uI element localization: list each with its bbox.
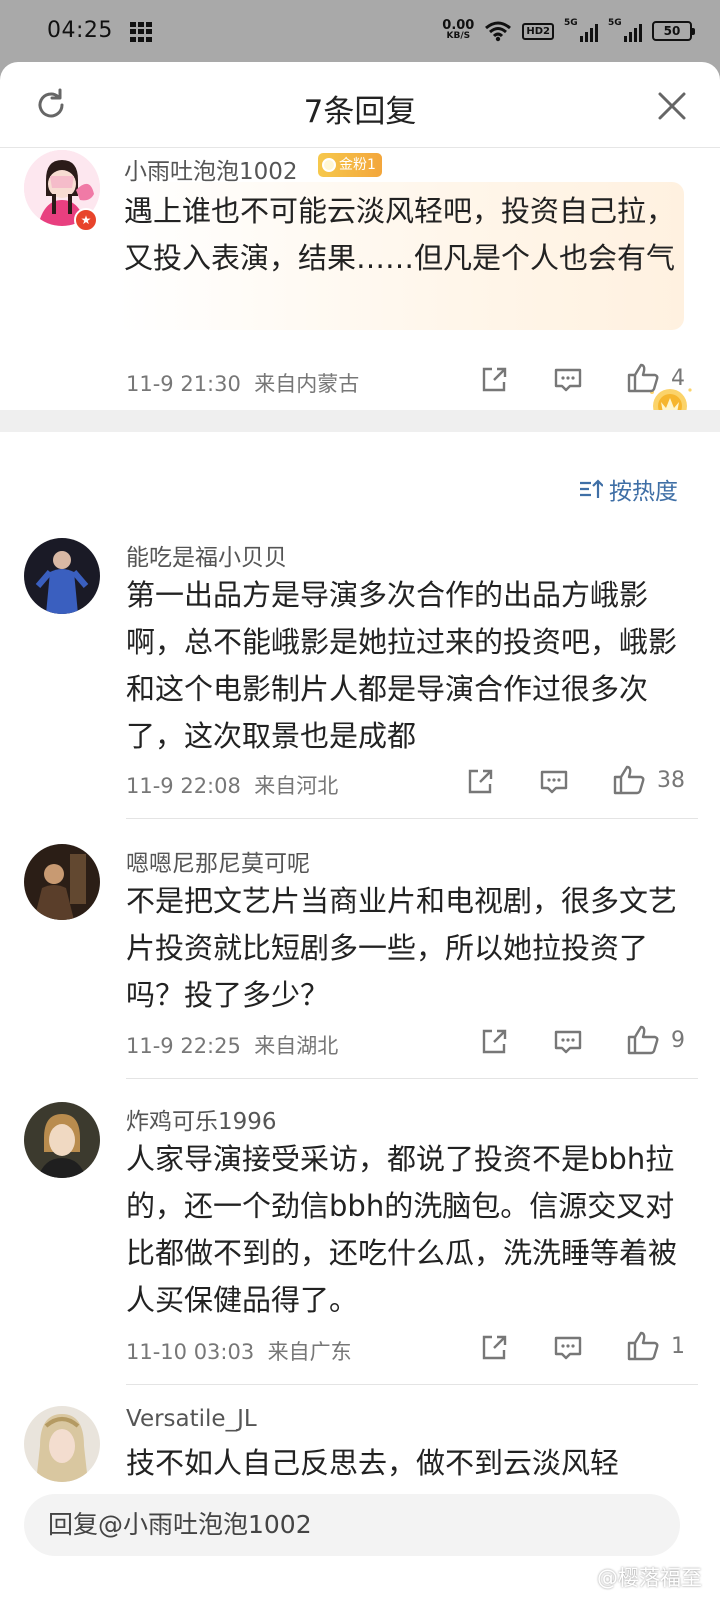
username[interactable]: 嗯嗯尼那尼莫可呢	[126, 844, 310, 878]
like-button[interactable]: 1	[627, 1331, 685, 1361]
fan-badge-icon	[322, 158, 336, 172]
list-item: 能吃是福小贝贝 第一出品方是导演多次合作的出品方峨影啊，总不能峨影是她拉过来的投…	[0, 538, 720, 828]
like-button[interactable]: 38	[613, 765, 685, 795]
avatar[interactable]	[24, 1406, 100, 1482]
section-divider	[0, 410, 720, 432]
list-item: 炸鸡可乐1996 人家导演接受采访，都说了投资不是bbh拉的，还一个劲信bbh的…	[0, 1102, 720, 1392]
thumbs-up-icon	[627, 1331, 659, 1361]
sort-icon	[580, 479, 603, 498]
share-button[interactable]	[466, 768, 494, 796]
sheet-header: 7条回复	[0, 62, 720, 148]
app-grid-icon	[130, 22, 152, 42]
reply-button[interactable]	[554, 1028, 582, 1056]
watermark: @樱落福至	[569, 1562, 702, 1592]
reply-button[interactable]	[554, 1334, 582, 1362]
reply-input[interactable]: 回复@小雨吐泡泡1002	[24, 1494, 680, 1556]
reply-button[interactable]	[554, 366, 582, 394]
share-button[interactable]	[480, 1334, 508, 1362]
like-button[interactable]: 9	[627, 1025, 685, 1055]
close-icon[interactable]	[656, 90, 688, 122]
username[interactable]: 小雨吐泡泡1002	[124, 152, 298, 186]
thumbs-up-icon	[613, 765, 645, 795]
comment-text: 第一出品方是导演多次合作的出品方峨影啊，总不能峨影是她拉过来的投资吧，峨影和这个…	[126, 578, 678, 753]
network-speed: 0.00 KB/S	[442, 18, 475, 41]
signal-icon-2: 5G	[608, 18, 642, 42]
comment-icon	[554, 1030, 582, 1054]
like-count: 1	[671, 1333, 685, 1359]
comment-text: 不是把文艺片当商业片和电视剧，很多文艺片投资就比短剧多一些，所以她拉投资了吗？投…	[126, 884, 678, 1012]
replies-sheet: 7条回复 ★ 小雨吐泡泡1002 金粉1 遇上谁也不可能云淡风轻吧，投资自己拉，…	[0, 62, 720, 1600]
avatar[interactable]	[24, 1102, 100, 1178]
original-comment: ★ 小雨吐泡泡1002 金粉1 遇上谁也不可能云淡风轻吧，投资自己拉，又投入表演…	[0, 148, 720, 423]
vip-badge-icon: ★	[74, 208, 98, 232]
hd-voice-icon: HD2	[522, 22, 554, 40]
comment-text: 人家导演接受采访，都说了投资不是bbh拉的，还一个劲信bbh的洗脑包。信源交叉对…	[126, 1142, 678, 1317]
share-icon	[482, 1029, 507, 1054]
sort-toggle[interactable]: 按热度	[579, 472, 678, 506]
fan-badge: 金粉1	[318, 153, 382, 177]
comment-text: 技不如人自己反思去，做不到云淡风轻	[126, 1446, 620, 1480]
comment-icon	[540, 770, 568, 794]
username[interactable]: Versatile_JL	[126, 1406, 257, 1432]
divider	[126, 818, 698, 819]
wifi-icon	[485, 21, 512, 42]
sheet-title: 7条回复	[303, 94, 417, 130]
like-count: 4	[671, 365, 685, 391]
username[interactable]: 能吃是福小贝贝	[126, 538, 287, 572]
share-icon	[482, 1335, 507, 1360]
sort-label: 按热度	[609, 479, 678, 505]
like-button[interactable]: 4	[627, 363, 685, 393]
signal-icon-1: 5G	[564, 18, 598, 42]
like-count: 9	[671, 1027, 685, 1053]
status-bar: 04:25 0.00 KB/S HD2 5G 5G 50	[0, 0, 720, 62]
divider	[126, 1078, 698, 1079]
reply-button[interactable]	[540, 768, 568, 796]
weibo-logo-icon	[569, 1568, 592, 1587]
share-button[interactable]	[480, 1028, 508, 1056]
thumbs-up-icon	[627, 363, 659, 393]
share-icon	[482, 367, 507, 392]
comment-meta: 11-10 03:03 来自广东	[126, 1340, 352, 1364]
list-item: 嗯嗯尼那尼莫可呢 不是把文艺片当商业片和电视剧，很多文艺片投资就比短剧多一些，所…	[0, 844, 720, 1084]
share-icon	[468, 769, 493, 794]
share-button[interactable]	[480, 366, 508, 394]
comment-meta: 11-9 22:25 来自湖北	[126, 1034, 339, 1058]
like-count: 38	[657, 767, 685, 793]
username[interactable]: 炸鸡可乐1996	[126, 1102, 277, 1136]
avatar[interactable]	[24, 538, 100, 614]
comment-meta: 11-9 21:30 来自内蒙古	[126, 372, 360, 396]
comment-icon	[554, 1336, 582, 1360]
thumbs-up-icon	[627, 1025, 659, 1055]
battery-icon: 50	[652, 21, 695, 41]
comment-meta: 11-9 22:08 来自河北	[126, 774, 339, 798]
comment-text: 遇上谁也不可能云淡风轻吧，投资自己拉，又投入表演，结果……但凡是个人也会有气	[124, 194, 676, 275]
divider	[126, 1384, 698, 1385]
comment-icon	[554, 368, 582, 392]
avatar[interactable]	[24, 844, 100, 920]
status-time: 04:25	[47, 18, 113, 43]
